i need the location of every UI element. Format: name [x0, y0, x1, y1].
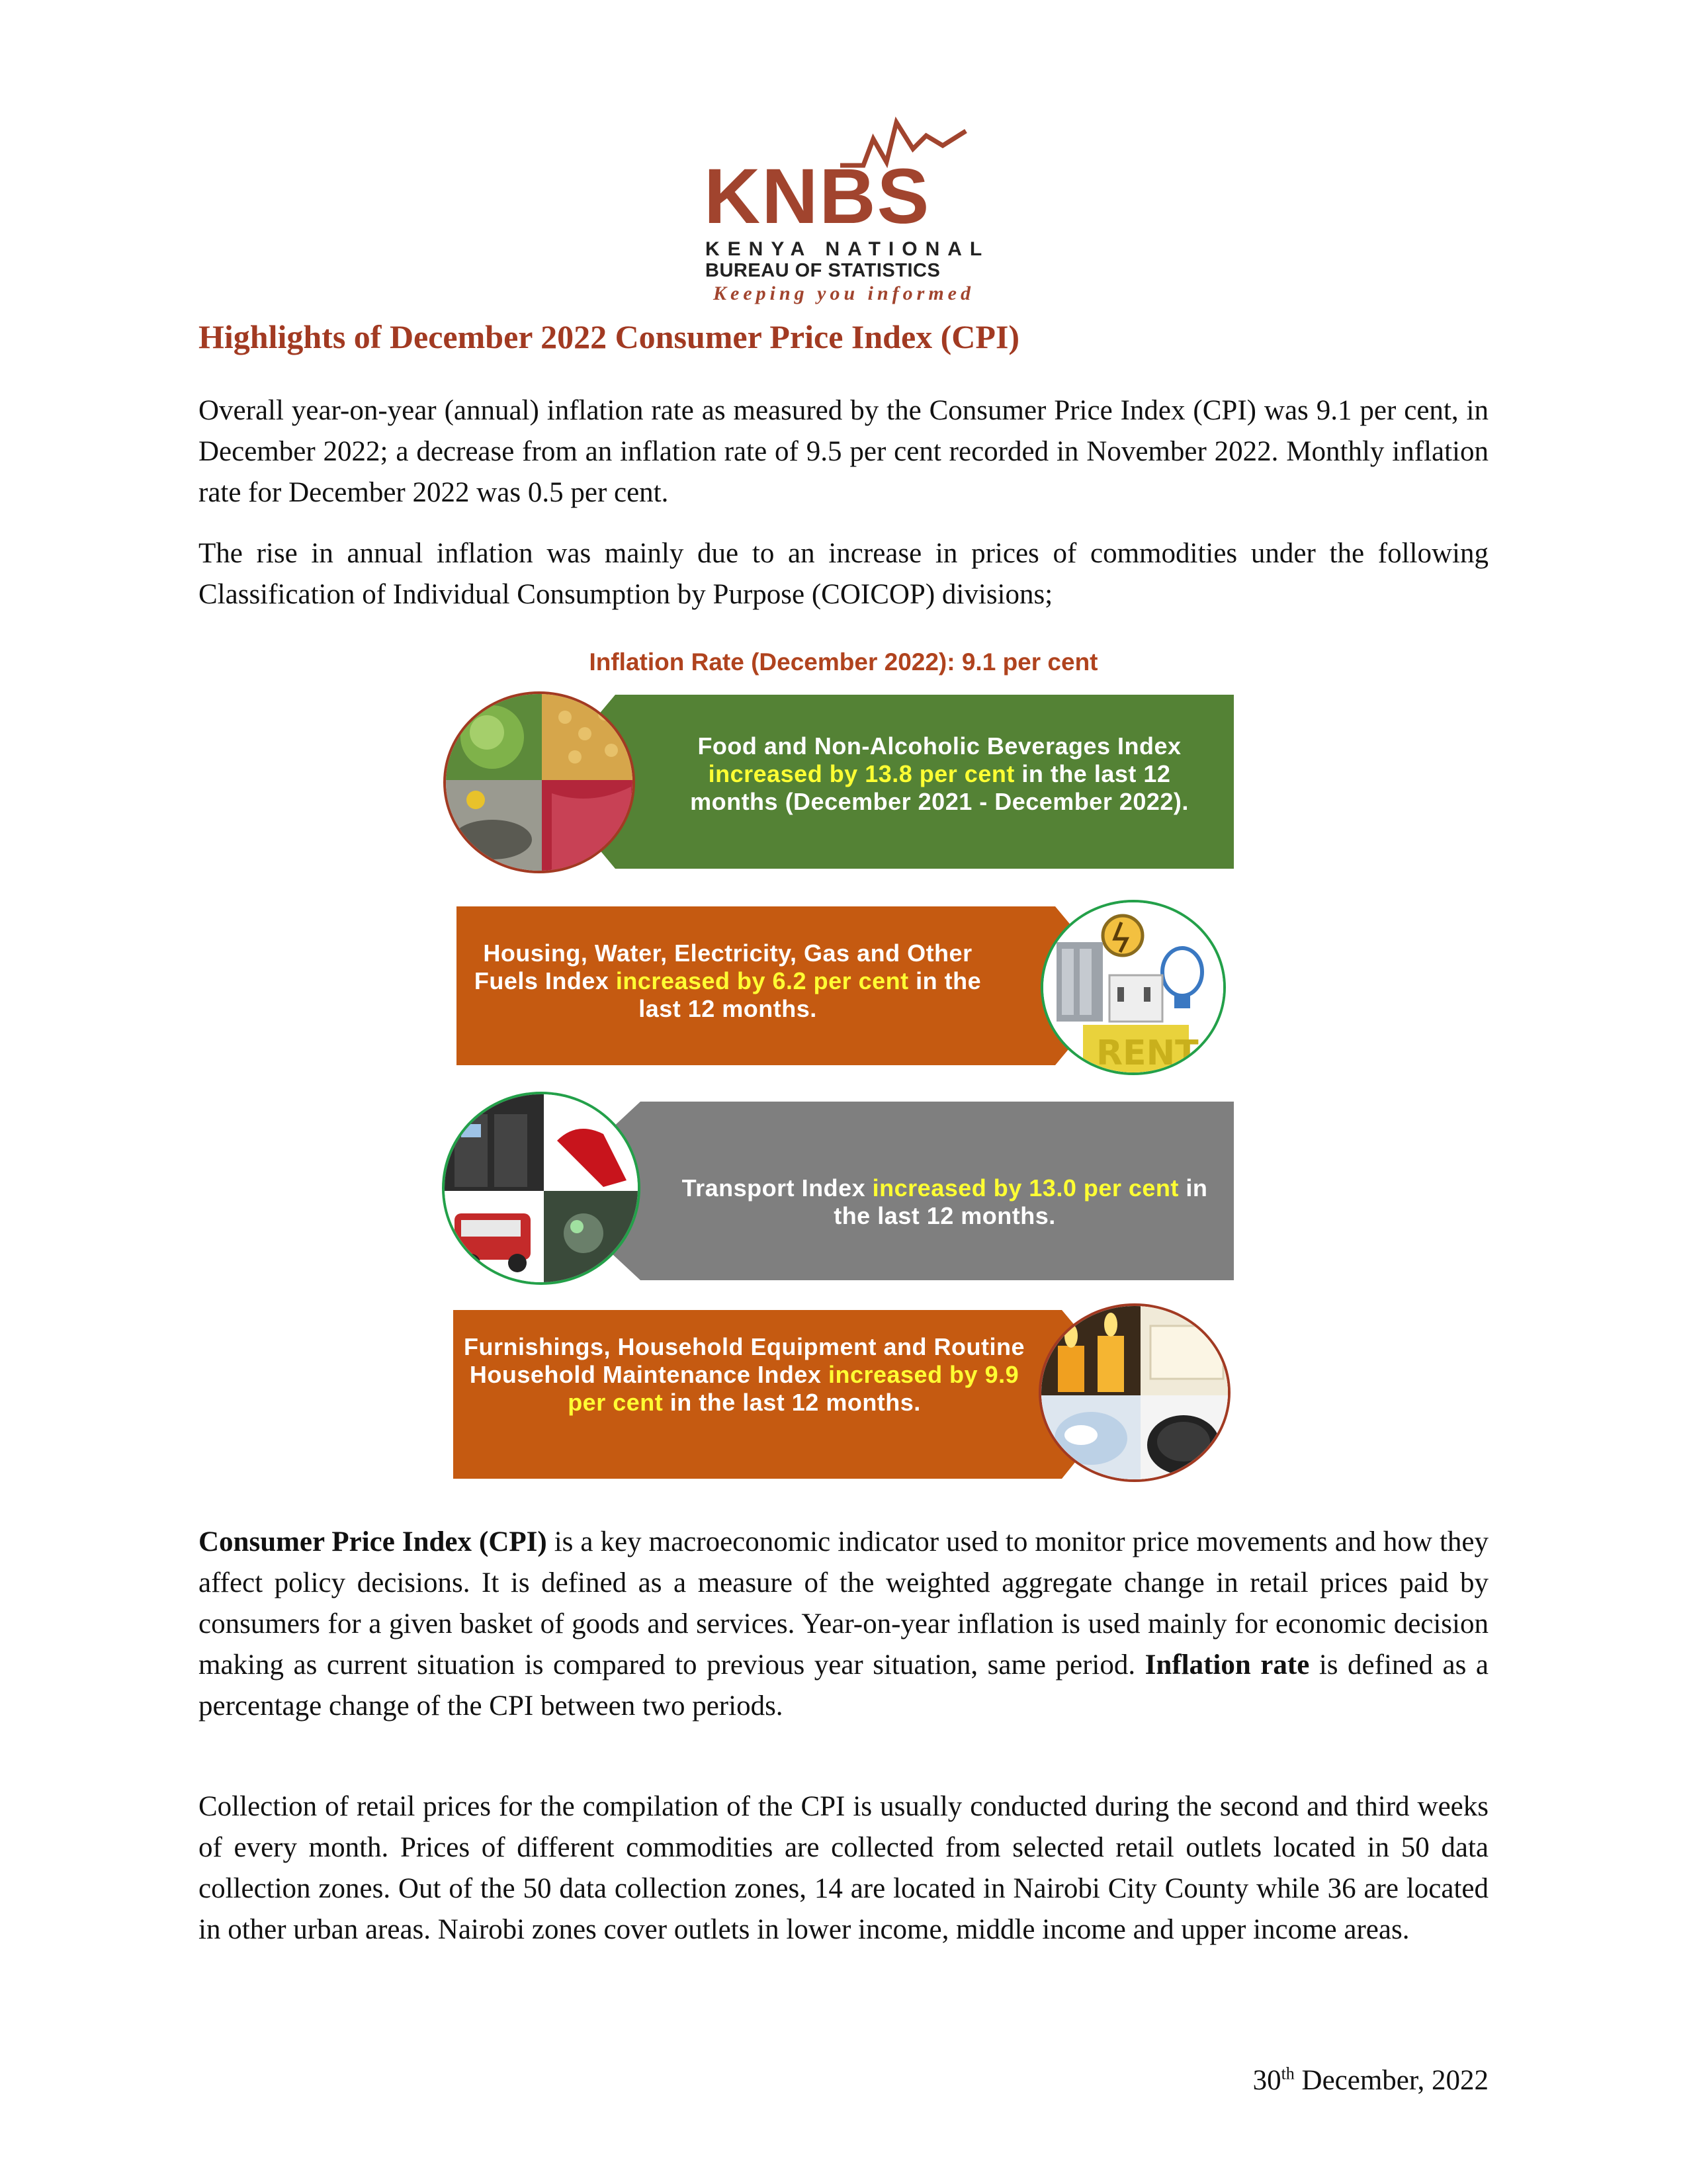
- band-transport-highlight: increased by 13.0 per cent: [872, 1174, 1179, 1201]
- logo-tagline: Keeping you informed: [713, 283, 974, 304]
- logo-line-2: BUREAU OF STATISTICS: [705, 260, 941, 281]
- household-items-collage-icon: [1039, 1303, 1231, 1482]
- band-transport: Transport Index increased by 13.0 per ce…: [442, 1092, 1237, 1290]
- logo-line-1: KENYA NATIONAL: [705, 238, 990, 260]
- release-date-rest: December, 2022: [1294, 2065, 1489, 2096]
- collection-paragraph: Collection of retail prices for the comp…: [198, 1791, 1489, 1945]
- transport-collage-icon: [442, 1092, 640, 1285]
- inflation-rate-term: Inflation rate: [1145, 1649, 1310, 1681]
- band-transport-text-pre: Transport Index: [681, 1174, 873, 1201]
- cpi-definition-paragraph: Consumer Price Index (CPI) is a key macr…: [198, 1522, 1489, 1727]
- intro-paragraph-2: The rise in annual inflation was mainly …: [198, 538, 1489, 610]
- infographic-title: Inflation Rate (December 2022): 9.1 per …: [589, 648, 1098, 676]
- band-furnishings-text: Furnishings, Household Equipment and Rou…: [463, 1333, 1025, 1417]
- page-title: Highlights of December 2022 Consumer Pri…: [198, 318, 1020, 355]
- cpi-term: Consumer Price Index (CPI): [198, 1526, 547, 1557]
- svg-text:RENT: RENT: [1096, 1033, 1199, 1073]
- band-furnishings-text-post: in the last 12 months.: [663, 1389, 921, 1416]
- band-food-text-pre: Food and Non-Alcoholic Beverages Index: [697, 732, 1182, 760]
- release-date-day: 30: [1252, 2065, 1281, 2096]
- band-housing-highlight: increased by 6.2 per cent: [615, 967, 909, 994]
- release-date: 30th December, 2022: [1191, 2064, 1489, 2097]
- band-transport-text: Transport Index increased by 13.0 per ce…: [680, 1174, 1209, 1230]
- band-housing: RENT Housing, Water, Electricity, Gas an…: [453, 900, 1234, 1085]
- band-housing-text: Housing, Water, Electricity, Gas and Oth…: [466, 939, 989, 1023]
- band-furnishings: Furnishings, Household Equipment and Rou…: [450, 1303, 1240, 1489]
- food-collage-icon: [443, 691, 635, 873]
- band-food: Food and Non-Alcoholic Beverages Index i…: [443, 691, 1237, 877]
- housing-utilities-collage-icon: RENT: [1041, 900, 1226, 1075]
- band-food-text: Food and Non-Alcoholic Beverages Index i…: [688, 732, 1191, 816]
- release-date-suffix: th: [1281, 2064, 1295, 2083]
- band-food-highlight: increased by 13.8 per cent: [708, 760, 1015, 787]
- logo-wordmark: KNBS: [704, 153, 931, 240]
- intro-paragraph-1: Overall year-on-year (annual) inflation …: [198, 395, 1489, 508]
- knbs-logo: KNBS KENYA NATIONAL BUREAU OF STATISTICS…: [695, 112, 982, 304]
